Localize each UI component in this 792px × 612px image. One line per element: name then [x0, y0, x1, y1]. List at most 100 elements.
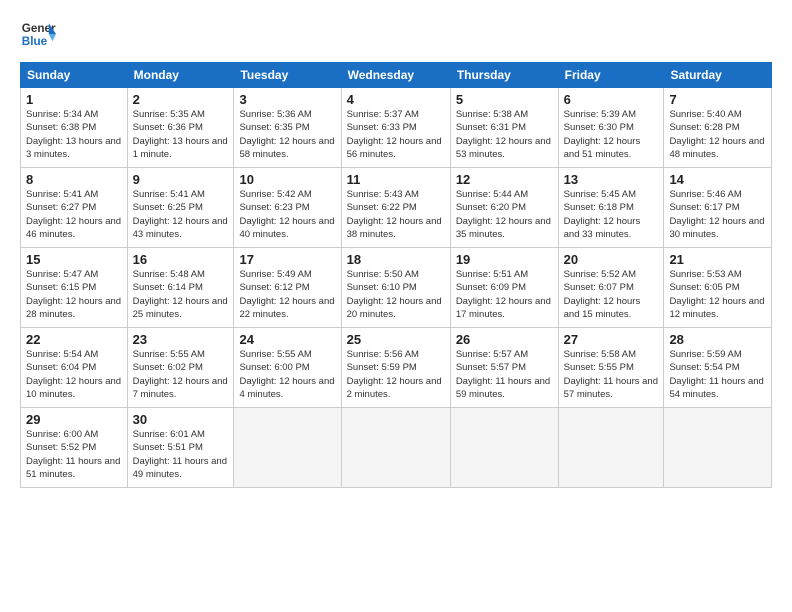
- day-number: 15: [26, 252, 122, 267]
- day-cell: 3Sunrise: 5:36 AM Sunset: 6:35 PM Daylig…: [234, 88, 341, 168]
- day-number: 24: [239, 332, 335, 347]
- day-cell: 23Sunrise: 5:55 AM Sunset: 6:02 PM Dayli…: [127, 328, 234, 408]
- day-info: Sunrise: 5:56 AM Sunset: 5:59 PM Dayligh…: [347, 348, 445, 401]
- day-number: 29: [26, 412, 122, 427]
- day-cell: 9Sunrise: 5:41 AM Sunset: 6:25 PM Daylig…: [127, 168, 234, 248]
- day-number: 3: [239, 92, 335, 107]
- day-cell: [664, 408, 772, 488]
- day-number: 16: [133, 252, 229, 267]
- day-info: Sunrise: 5:57 AM Sunset: 5:57 PM Dayligh…: [456, 348, 553, 401]
- day-number: 9: [133, 172, 229, 187]
- day-cell: 16Sunrise: 5:48 AM Sunset: 6:14 PM Dayli…: [127, 248, 234, 328]
- day-info: Sunrise: 5:42 AM Sunset: 6:23 PM Dayligh…: [239, 188, 335, 241]
- day-number: 26: [456, 332, 553, 347]
- day-number: 13: [564, 172, 659, 187]
- day-cell: 1Sunrise: 5:34 AM Sunset: 6:38 PM Daylig…: [21, 88, 128, 168]
- day-number: 22: [26, 332, 122, 347]
- weekday-wednesday: Wednesday: [341, 63, 450, 88]
- day-cell: 11Sunrise: 5:43 AM Sunset: 6:22 PM Dayli…: [341, 168, 450, 248]
- day-cell: 13Sunrise: 5:45 AM Sunset: 6:18 PM Dayli…: [558, 168, 664, 248]
- day-info: Sunrise: 5:51 AM Sunset: 6:09 PM Dayligh…: [456, 268, 553, 321]
- day-cell: 17Sunrise: 5:49 AM Sunset: 6:12 PM Dayli…: [234, 248, 341, 328]
- day-cell: 12Sunrise: 5:44 AM Sunset: 6:20 PM Dayli…: [450, 168, 558, 248]
- day-number: 27: [564, 332, 659, 347]
- weekday-sunday: Sunday: [21, 63, 128, 88]
- weekday-header-row: SundayMondayTuesdayWednesdayThursdayFrid…: [21, 63, 772, 88]
- day-info: Sunrise: 5:35 AM Sunset: 6:36 PM Dayligh…: [133, 108, 229, 161]
- day-cell: 18Sunrise: 5:50 AM Sunset: 6:10 PM Dayli…: [341, 248, 450, 328]
- day-cell: 10Sunrise: 5:42 AM Sunset: 6:23 PM Dayli…: [234, 168, 341, 248]
- day-cell: [558, 408, 664, 488]
- day-info: Sunrise: 5:34 AM Sunset: 6:38 PM Dayligh…: [26, 108, 122, 161]
- week-row-1: 1Sunrise: 5:34 AM Sunset: 6:38 PM Daylig…: [21, 88, 772, 168]
- day-cell: 21Sunrise: 5:53 AM Sunset: 6:05 PM Dayli…: [664, 248, 772, 328]
- day-info: Sunrise: 5:40 AM Sunset: 6:28 PM Dayligh…: [669, 108, 766, 161]
- day-cell: 8Sunrise: 5:41 AM Sunset: 6:27 PM Daylig…: [21, 168, 128, 248]
- day-info: Sunrise: 5:39 AM Sunset: 6:30 PM Dayligh…: [564, 108, 659, 161]
- day-info: Sunrise: 5:38 AM Sunset: 6:31 PM Dayligh…: [456, 108, 553, 161]
- day-number: 8: [26, 172, 122, 187]
- day-number: 18: [347, 252, 445, 267]
- week-row-2: 8Sunrise: 5:41 AM Sunset: 6:27 PM Daylig…: [21, 168, 772, 248]
- day-cell: 14Sunrise: 5:46 AM Sunset: 6:17 PM Dayli…: [664, 168, 772, 248]
- day-cell: 27Sunrise: 5:58 AM Sunset: 5:55 PM Dayli…: [558, 328, 664, 408]
- svg-text:Blue: Blue: [22, 35, 48, 48]
- day-number: 2: [133, 92, 229, 107]
- week-row-3: 15Sunrise: 5:47 AM Sunset: 6:15 PM Dayli…: [21, 248, 772, 328]
- day-info: Sunrise: 5:58 AM Sunset: 5:55 PM Dayligh…: [564, 348, 659, 401]
- day-number: 30: [133, 412, 229, 427]
- day-number: 12: [456, 172, 553, 187]
- day-info: Sunrise: 5:48 AM Sunset: 6:14 PM Dayligh…: [133, 268, 229, 321]
- day-number: 5: [456, 92, 553, 107]
- day-cell: [234, 408, 341, 488]
- day-number: 11: [347, 172, 445, 187]
- day-cell: 29Sunrise: 6:00 AM Sunset: 5:52 PM Dayli…: [21, 408, 128, 488]
- day-info: Sunrise: 5:45 AM Sunset: 6:18 PM Dayligh…: [564, 188, 659, 241]
- day-info: Sunrise: 5:43 AM Sunset: 6:22 PM Dayligh…: [347, 188, 445, 241]
- weekday-saturday: Saturday: [664, 63, 772, 88]
- logo: General Blue: [20, 16, 56, 52]
- day-cell: 19Sunrise: 5:51 AM Sunset: 6:09 PM Dayli…: [450, 248, 558, 328]
- day-cell: 30Sunrise: 6:01 AM Sunset: 5:51 PM Dayli…: [127, 408, 234, 488]
- day-number: 7: [669, 92, 766, 107]
- day-number: 19: [456, 252, 553, 267]
- day-number: 6: [564, 92, 659, 107]
- day-number: 21: [669, 252, 766, 267]
- day-info: Sunrise: 6:01 AM Sunset: 5:51 PM Dayligh…: [133, 428, 229, 481]
- day-info: Sunrise: 5:46 AM Sunset: 6:17 PM Dayligh…: [669, 188, 766, 241]
- day-number: 25: [347, 332, 445, 347]
- day-info: Sunrise: 5:41 AM Sunset: 6:25 PM Dayligh…: [133, 188, 229, 241]
- day-cell: 6Sunrise: 5:39 AM Sunset: 6:30 PM Daylig…: [558, 88, 664, 168]
- day-info: Sunrise: 5:41 AM Sunset: 6:27 PM Dayligh…: [26, 188, 122, 241]
- day-cell: 2Sunrise: 5:35 AM Sunset: 6:36 PM Daylig…: [127, 88, 234, 168]
- day-info: Sunrise: 5:53 AM Sunset: 6:05 PM Dayligh…: [669, 268, 766, 321]
- day-cell: 22Sunrise: 5:54 AM Sunset: 6:04 PM Dayli…: [21, 328, 128, 408]
- weekday-monday: Monday: [127, 63, 234, 88]
- day-cell: [341, 408, 450, 488]
- day-info: Sunrise: 5:36 AM Sunset: 6:35 PM Dayligh…: [239, 108, 335, 161]
- day-cell: 26Sunrise: 5:57 AM Sunset: 5:57 PM Dayli…: [450, 328, 558, 408]
- day-info: Sunrise: 5:54 AM Sunset: 6:04 PM Dayligh…: [26, 348, 122, 401]
- day-number: 1: [26, 92, 122, 107]
- day-number: 28: [669, 332, 766, 347]
- day-number: 20: [564, 252, 659, 267]
- day-info: Sunrise: 5:37 AM Sunset: 6:33 PM Dayligh…: [347, 108, 445, 161]
- day-info: Sunrise: 5:47 AM Sunset: 6:15 PM Dayligh…: [26, 268, 122, 321]
- calendar: SundayMondayTuesdayWednesdayThursdayFrid…: [20, 62, 772, 488]
- day-info: Sunrise: 5:44 AM Sunset: 6:20 PM Dayligh…: [456, 188, 553, 241]
- day-info: Sunrise: 6:00 AM Sunset: 5:52 PM Dayligh…: [26, 428, 122, 481]
- weekday-tuesday: Tuesday: [234, 63, 341, 88]
- logo-icon: General Blue: [20, 16, 56, 52]
- day-cell: 24Sunrise: 5:55 AM Sunset: 6:00 PM Dayli…: [234, 328, 341, 408]
- weekday-thursday: Thursday: [450, 63, 558, 88]
- day-cell: 15Sunrise: 5:47 AM Sunset: 6:15 PM Dayli…: [21, 248, 128, 328]
- day-cell: 25Sunrise: 5:56 AM Sunset: 5:59 PM Dayli…: [341, 328, 450, 408]
- day-cell: [450, 408, 558, 488]
- day-cell: 4Sunrise: 5:37 AM Sunset: 6:33 PM Daylig…: [341, 88, 450, 168]
- day-info: Sunrise: 5:50 AM Sunset: 6:10 PM Dayligh…: [347, 268, 445, 321]
- day-number: 17: [239, 252, 335, 267]
- day-cell: 28Sunrise: 5:59 AM Sunset: 5:54 PM Dayli…: [664, 328, 772, 408]
- day-info: Sunrise: 5:52 AM Sunset: 6:07 PM Dayligh…: [564, 268, 659, 321]
- page: General Blue SundayMondayTuesdayWednesda…: [0, 0, 792, 612]
- day-cell: 7Sunrise: 5:40 AM Sunset: 6:28 PM Daylig…: [664, 88, 772, 168]
